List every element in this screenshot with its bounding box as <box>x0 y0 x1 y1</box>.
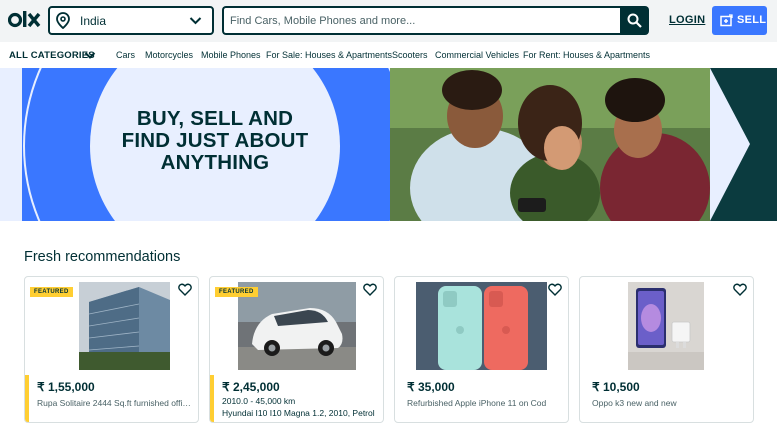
chevron-down-icon[interactable] <box>84 50 96 61</box>
banner-graphic: BUY, SELL AND FIND JUST ABOUT ANYTHING <box>0 68 390 221</box>
location-value: India <box>80 14 107 28</box>
listing-title: Rupa Solitaire 2444 Sq.ft furnished offi… <box>37 398 193 408</box>
featured-badge: FEATURED <box>30 287 73 297</box>
olx-logo[interactable] <box>8 9 42 31</box>
search-icon <box>627 13 642 28</box>
search-field[interactable] <box>222 6 622 35</box>
listing-price: ₹ 10,500 <box>592 380 640 394</box>
category-link-commercial-vehicles[interactable]: Commercial Vehicles <box>435 50 519 60</box>
heart-icon[interactable] <box>733 283 747 296</box>
category-link-scooters[interactable]: Scooters <box>392 50 428 60</box>
category-link-for-rent-houses[interactable]: For Rent: Houses & Apartments <box>523 50 650 60</box>
listing-title: Hyundai I10 I10 Magna 1.2, 2010, Petrol <box>222 408 375 418</box>
listing-details: 2010.0 - 45,000 km <box>222 396 296 406</box>
heart-icon[interactable] <box>178 283 192 296</box>
category-link-mobile-phones[interactable]: Mobile Phones <box>201 50 261 60</box>
listing-price: ₹ 1,55,000 <box>37 380 95 394</box>
listing-card[interactable]: ₹ 10,500 Oppo k3 new and new <box>579 276 754 423</box>
category-bar: ALL CATEGORIES Cars Motorcycles Mobile P… <box>0 42 777 68</box>
section-title: Fresh recommendations <box>24 249 181 265</box>
banner-photo-friends <box>390 68 710 221</box>
listing-title: Refurbished Apple iPhone 11 on Cod <box>407 398 547 408</box>
featured-badge: FEATURED <box>215 287 258 297</box>
sell-button[interactable]: SELL <box>712 6 767 35</box>
featured-stripe <box>25 375 29 422</box>
listing-image <box>416 282 547 370</box>
listing-card[interactable]: FEATURED ₹ 2,45,000 2010.0 - 45,000 km H… <box>209 276 384 423</box>
listing-price: ₹ 35,000 <box>407 380 455 394</box>
search-button[interactable] <box>620 6 649 35</box>
all-categories-menu[interactable]: ALL CATEGORIES <box>9 50 95 61</box>
hero-banner[interactable]: BUY, SELL AND FIND JUST ABOUT ANYTHING <box>0 68 777 221</box>
location-pin-icon <box>56 12 70 29</box>
location-selector[interactable]: India <box>48 6 214 35</box>
listing-image <box>628 282 704 370</box>
category-link-for-sale-houses[interactable]: For Sale: Houses & Apartments <box>266 50 392 60</box>
category-link-cars[interactable]: Cars <box>116 50 135 60</box>
listing-card[interactable]: ₹ 35,000 Refurbished Apple iPhone 11 on … <box>394 276 569 423</box>
featured-stripe <box>210 375 214 422</box>
listing-title: Oppo k3 new and new <box>592 398 677 408</box>
listing-price: ₹ 2,45,000 <box>222 380 280 394</box>
heart-icon[interactable] <box>548 283 562 296</box>
chevron-down-icon <box>189 17 202 25</box>
banner-headline: BUY, SELL AND FIND JUST ABOUT ANYTHING <box>121 107 309 174</box>
login-link[interactable]: LOGIN <box>669 14 705 26</box>
sell-tag-icon <box>720 14 733 27</box>
listing-card[interactable]: FEATURED ₹ 1,55,000 Rupa Solitaire 2444 … <box>24 276 199 423</box>
heart-icon[interactable] <box>363 283 377 296</box>
top-header: India LOGIN SELL <box>0 0 777 42</box>
banner-next-arrow[interactable] <box>710 68 777 221</box>
listing-image <box>79 282 170 370</box>
sell-label: SELL <box>737 14 767 26</box>
search-input[interactable] <box>230 12 610 30</box>
category-link-motorcycles[interactable]: Motorcycles <box>145 50 193 60</box>
